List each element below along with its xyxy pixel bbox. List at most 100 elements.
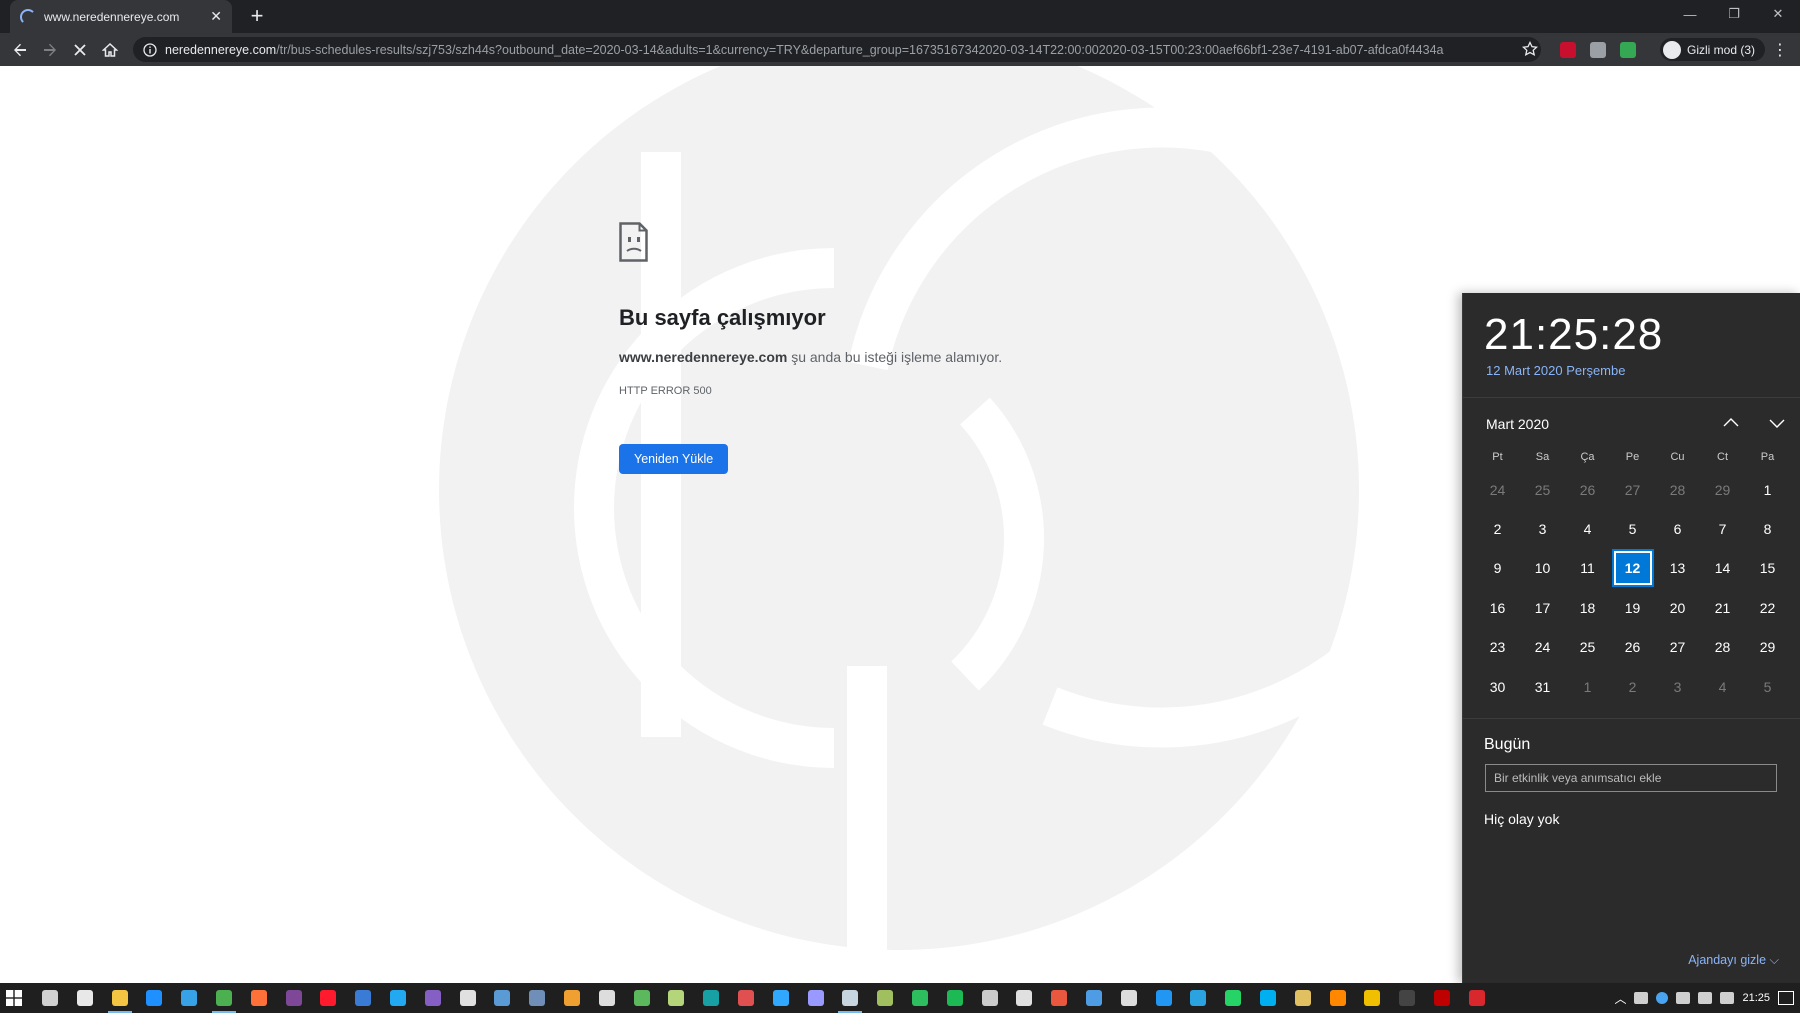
calendar-day[interactable]: 5 — [1745, 667, 1790, 706]
calendar-day[interactable]: 3 — [1655, 667, 1700, 706]
chrome-icon[interactable] — [216, 990, 232, 1006]
obs-icon[interactable] — [1120, 990, 1137, 1006]
arduino-icon[interactable] — [703, 990, 720, 1006]
calendar-day[interactable]: 18 — [1565, 588, 1610, 627]
layers-icon[interactable] — [877, 990, 894, 1006]
steam-app-icon[interactable] — [842, 990, 859, 1006]
calendar-day[interactable]: 8 — [1745, 509, 1790, 548]
chevron-up-icon[interactable]: ︿ — [1614, 990, 1626, 1007]
network-icon[interactable] — [1676, 992, 1691, 1004]
calendar-day[interactable]: 31 — [1520, 667, 1565, 706]
info-icon[interactable] — [143, 42, 157, 57]
onedrive-icon[interactable] — [1634, 992, 1649, 1004]
new-tab-button[interactable]: + — [244, 3, 270, 29]
calendar-day[interactable]: 10 — [1520, 549, 1565, 588]
calendar-day[interactable]: 26 — [1565, 470, 1610, 509]
telegram-icon[interactable] — [1190, 990, 1207, 1006]
red-app-icon[interactable] — [738, 990, 754, 1006]
calendar-day[interactable]: 13 — [1655, 549, 1700, 588]
vlc-icon[interactable] — [1329, 990, 1346, 1006]
app-tray-icon[interactable] — [1656, 992, 1669, 1004]
close-tab-icon[interactable]: ✕ — [210, 8, 222, 25]
calendar-day[interactable]: 2 — [1475, 509, 1520, 548]
restore-button[interactable]: ❐ — [1712, 0, 1756, 28]
calendar-day[interactable]: 25 — [1565, 628, 1610, 667]
folder-icon[interactable] — [1294, 990, 1311, 1006]
calendar-day[interactable]: 23 — [1475, 628, 1520, 667]
vscode-icon[interactable] — [390, 990, 406, 1006]
screen-capture-extension-icon[interactable] — [1590, 42, 1606, 58]
calendar-day[interactable]: 2 — [1610, 667, 1655, 706]
bird-app-icon[interactable] — [1016, 990, 1033, 1006]
calendar-day[interactable]: 24 — [1475, 470, 1520, 509]
calendar-day[interactable]: 5 — [1610, 509, 1655, 548]
chevron-down-icon[interactable] — [1765, 411, 1789, 435]
firefox-icon[interactable] — [250, 990, 267, 1006]
month-label[interactable]: Mart 2020 — [1486, 416, 1549, 432]
green-leaf-icon[interactable] — [633, 990, 650, 1006]
robot-icon[interactable] — [981, 990, 998, 1006]
date-link[interactable]: 12 Mart 2020 Perşembe — [1486, 363, 1625, 378]
reload-button[interactable]: Yeniden Yükle — [619, 444, 729, 474]
forward-button[interactable] — [37, 37, 63, 63]
calendar-day[interactable]: 9 — [1475, 549, 1520, 588]
stop-loading-button[interactable] — [67, 37, 93, 63]
calendar-day[interactable]: 1 — [1745, 470, 1790, 509]
app-window-icon[interactable] — [355, 990, 372, 1006]
calendar-day[interactable]: 1 — [1565, 667, 1610, 706]
calendar-day[interactable]: 4 — [1700, 667, 1745, 706]
volume-icon[interactable] — [1698, 992, 1713, 1004]
calendar-day[interactable]: 11 — [1565, 549, 1610, 588]
calendar-day[interactable]: 25 — [1520, 470, 1565, 509]
browser-tab[interactable]: www.neredennereye.com ✕ — [10, 0, 232, 33]
notepad-icon[interactable] — [668, 990, 685, 1006]
calendar-day[interactable]: 24 — [1520, 628, 1565, 667]
close-window-button[interactable]: ✕ — [1756, 0, 1800, 28]
green-extension-icon[interactable] — [1620, 42, 1636, 58]
skype-icon[interactable] — [1260, 990, 1276, 1006]
bookmark-star-icon[interactable] — [1522, 41, 1538, 57]
tor-browser-icon[interactable] — [285, 990, 302, 1006]
premiere-icon[interactable] — [807, 990, 824, 1006]
add-event-input[interactable] — [1485, 764, 1777, 792]
calendar-day[interactable]: 29 — [1745, 628, 1790, 667]
visual-studio-icon[interactable] — [424, 990, 441, 1006]
calendar-day[interactable]: 15 — [1745, 549, 1790, 588]
calendar-day[interactable]: 6 — [1655, 509, 1700, 548]
store-icon[interactable] — [76, 990, 93, 1006]
back-button[interactable] — [7, 37, 33, 63]
orange-app-icon[interactable] — [1051, 990, 1068, 1006]
evernote-icon[interactable] — [912, 990, 928, 1006]
calendar-day[interactable]: 3 — [1520, 509, 1565, 548]
calendar-day[interactable]: 20 — [1655, 588, 1700, 627]
calendar-day[interactable]: 27 — [1655, 628, 1700, 667]
calendar-day[interactable]: 22 — [1745, 588, 1790, 627]
calendar-day[interactable]: 28 — [1655, 470, 1700, 509]
photoshop-icon[interactable] — [772, 990, 789, 1006]
calendar-day[interactable]: 26 — [1610, 628, 1655, 667]
pycharm-icon[interactable] — [459, 990, 476, 1006]
home-button[interactable] — [97, 37, 123, 63]
spotify-icon[interactable] — [946, 990, 963, 1006]
edge-icon[interactable] — [146, 990, 163, 1006]
whatsapp-icon[interactable] — [1225, 990, 1242, 1006]
taskbar-clock[interactable]: 21:25 — [1742, 992, 1770, 1004]
windows-start-icon[interactable] — [6, 990, 22, 1006]
filezilla-icon[interactable] — [1434, 990, 1450, 1006]
spark-app-icon[interactable] — [598, 990, 615, 1006]
calendar-day[interactable]: 27 — [1610, 470, 1655, 509]
calendar-day[interactable]: 14 — [1700, 549, 1745, 588]
notion-icon[interactable] — [529, 990, 546, 1006]
incognito-profile-button[interactable]: Gizli mod (3) — [1660, 38, 1766, 61]
hide-agenda-link[interactable]: Ajandayı gizle ⌵ — [1688, 953, 1779, 968]
browser-menu-icon[interactable]: ⋮ — [1770, 40, 1790, 60]
file-explorer-icon[interactable] — [111, 990, 128, 1006]
terminal-icon[interactable] — [1399, 990, 1416, 1006]
calendar-day[interactable]: 30 — [1475, 667, 1520, 706]
box-app-icon[interactable] — [1155, 990, 1172, 1006]
calendar-day[interactable]: 28 — [1700, 628, 1745, 667]
minimize-button[interactable]: — — [1668, 0, 1712, 28]
calendar-day[interactable]: 4 — [1565, 509, 1610, 548]
adblock-plus-extension-icon[interactable] — [1560, 42, 1576, 58]
calendar-day-today[interactable]: 12 — [1610, 549, 1655, 588]
